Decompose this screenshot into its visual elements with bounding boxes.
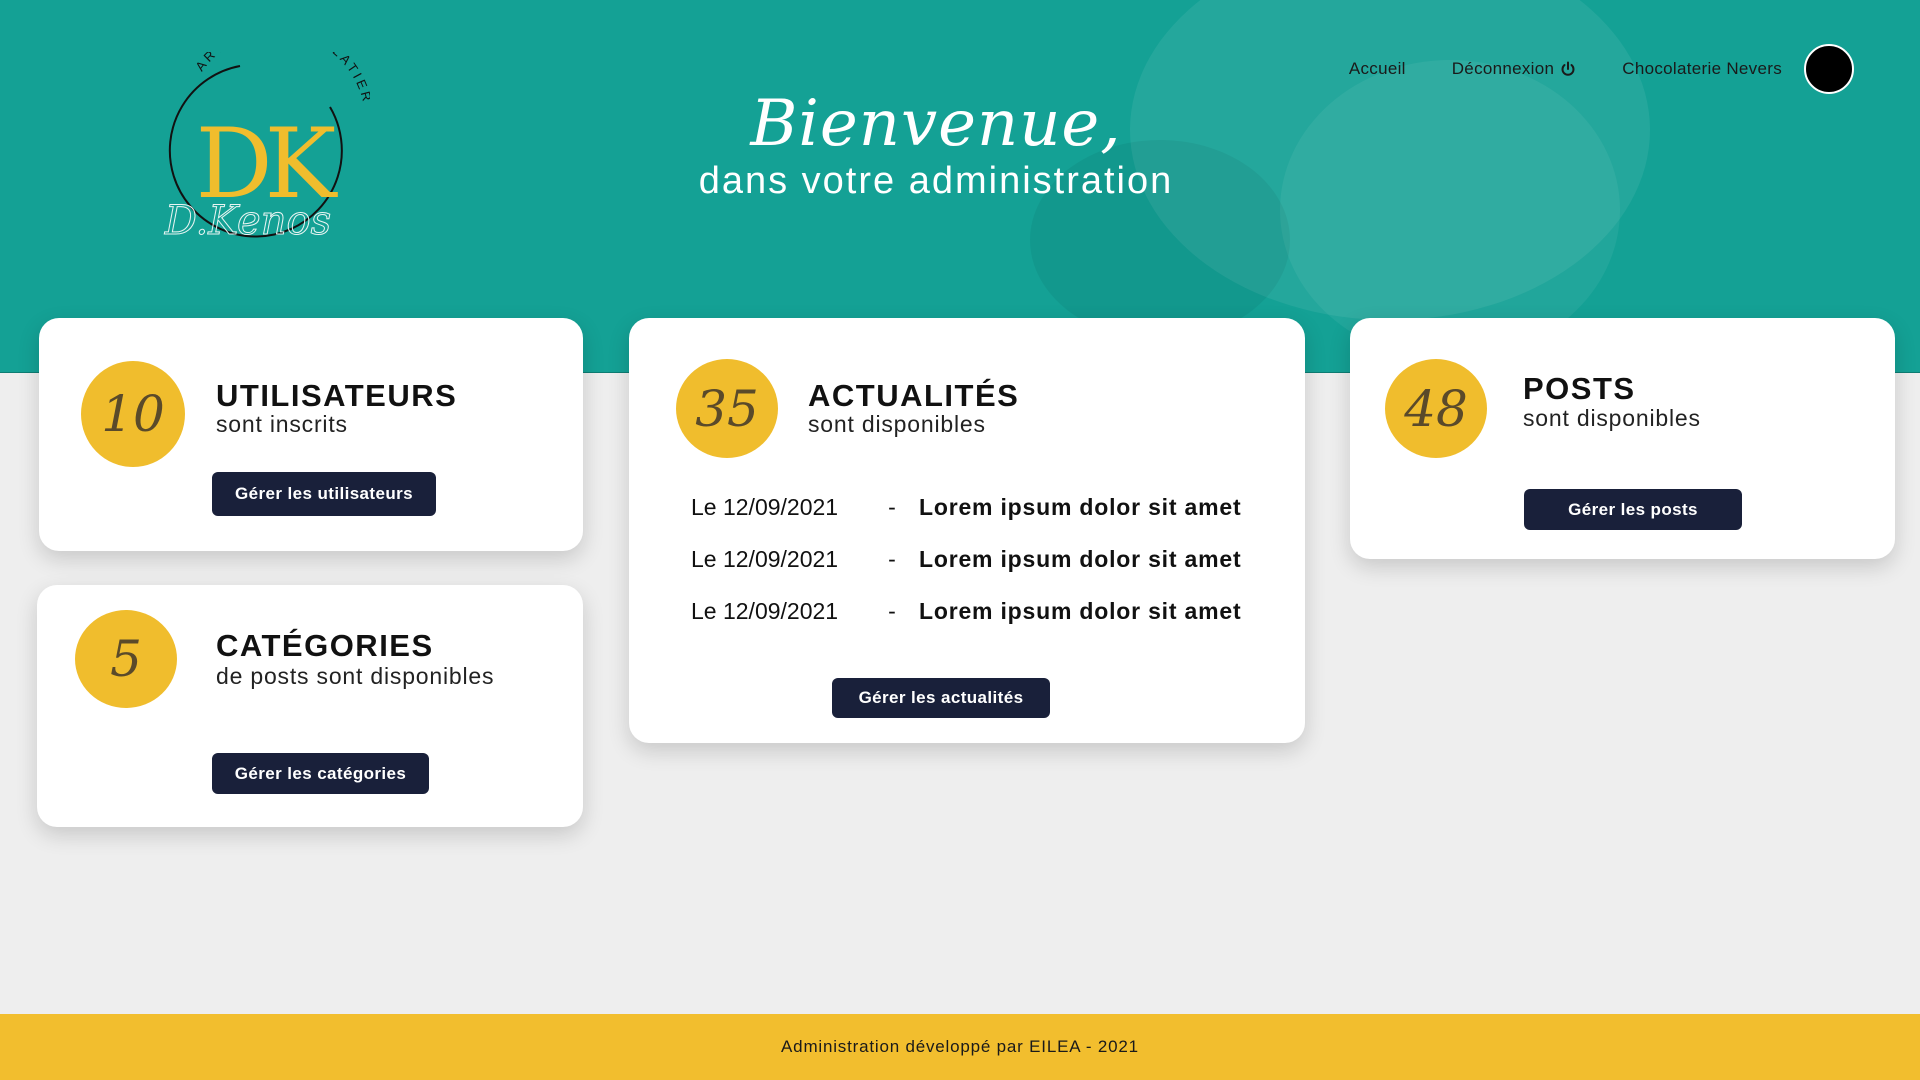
top-nav: Accueil Déconnexion Chocolaterie Nevers [1349, 44, 1854, 94]
logo-signature: D.Kenos [164, 198, 331, 244]
users-title: UTILISATEURS [216, 378, 458, 413]
welcome-title: Bienvenue, [750, 87, 1122, 161]
posts-card: 48 POSTS sont disponibles Gérer les post… [1350, 318, 1895, 559]
news-list-item[interactable]: Le 12/09/2021 - Lorem ipsum dolor sit am… [691, 494, 1301, 521]
news-subtitle: sont disponibles [808, 411, 986, 437]
categories-card: 5 CATÉGORIES de posts sont disponibles G… [37, 585, 583, 827]
manage-users-button[interactable]: Gérer les utilisateurs [212, 472, 436, 516]
power-icon [1561, 61, 1575, 76]
posts-count-badge: 48 [1385, 359, 1487, 458]
news-item-date: Le 12/09/2021 [691, 598, 839, 624]
manage-categories-button[interactable]: Gérer les catégories [212, 753, 429, 794]
welcome-subtitle: dans votre administration [698, 160, 1174, 202]
news-title: ACTUALITÉS [808, 378, 1020, 413]
news-item-separator: - [888, 494, 896, 520]
news-item-separator: - [888, 598, 896, 624]
categories-title: CATÉGORIES [216, 628, 434, 663]
posts-title: POSTS [1523, 371, 1636, 406]
posts-subtitle: sont disponibles [1523, 405, 1701, 431]
manage-posts-button[interactable]: Gérer les posts [1524, 489, 1742, 530]
news-count-badge: 35 [676, 359, 778, 458]
news-list-item[interactable]: Le 12/09/2021 - Lorem ipsum dolor sit am… [691, 598, 1301, 625]
nav-home-link[interactable]: Accueil [1349, 59, 1406, 79]
news-item-title: Lorem ipsum dolor sit amet [919, 546, 1242, 572]
categories-count-badge: 5 [75, 610, 177, 708]
news-card: 35 ACTUALITÉS sont disponibles Le 12/09/… [629, 318, 1305, 743]
categories-subtitle: de posts sont disponibles [216, 663, 495, 689]
users-subtitle: sont inscrits [216, 411, 348, 437]
nav-shop-link[interactable]: Chocolaterie Nevers [1622, 59, 1782, 79]
avatar[interactable] [1804, 44, 1854, 94]
footer-text: Administration développé par EILEA - 202… [781, 1037, 1139, 1056]
users-count-badge: 10 [81, 361, 185, 467]
news-item-title: Lorem ipsum dolor sit amet [919, 598, 1242, 624]
footer: Administration développé par EILEA - 202… [0, 1014, 1920, 1080]
news-item-date: Le 12/09/2021 [691, 494, 839, 520]
manage-news-button[interactable]: Gérer les actualités [832, 678, 1050, 718]
nav-logout-link[interactable]: Déconnexion [1452, 59, 1577, 79]
news-item-title: Lorem ipsum dolor sit amet [919, 494, 1242, 520]
welcome-heading: Bienvenue, dans votre administration [0, 92, 1872, 203]
news-list-item[interactable]: Le 12/09/2021 - Lorem ipsum dolor sit am… [691, 546, 1301, 573]
news-item-separator: - [888, 546, 896, 572]
news-item-date: Le 12/09/2021 [691, 546, 839, 572]
nav-logout-label: Déconnexion [1451, 59, 1555, 78]
users-card: 10 UTILISATEURS sont inscrits Gérer les … [39, 318, 583, 551]
